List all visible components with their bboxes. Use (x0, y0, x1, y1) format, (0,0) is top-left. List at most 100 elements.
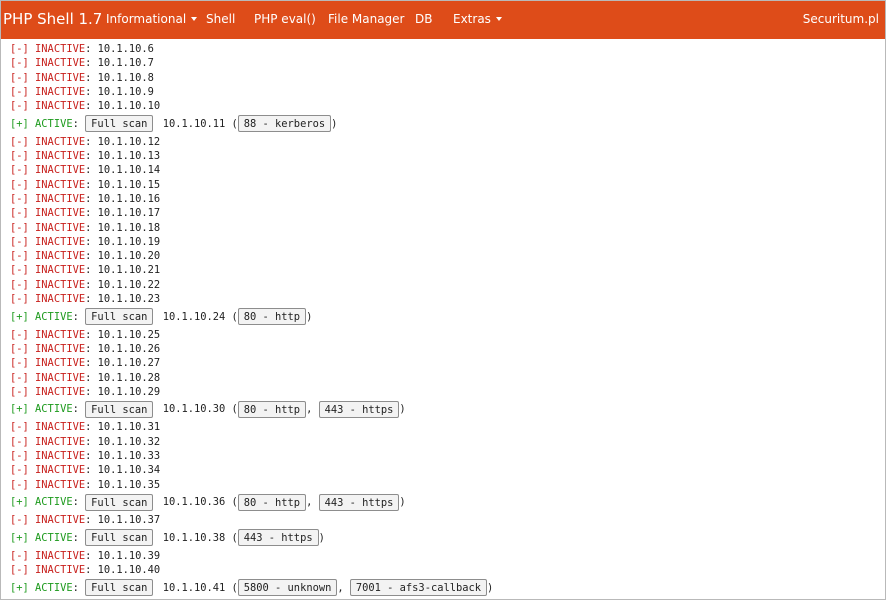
port-button[interactable]: 443 - https (318, 493, 400, 511)
securitum-link[interactable]: Securitum.pl (803, 1, 879, 39)
inactive-host-row: [-] INACTIVE: 10.1.10.29 (10, 385, 161, 398)
host-ip: 10.1.10.38 (162, 531, 226, 544)
host-ip: 10.1.10.13 (97, 150, 161, 163)
nav-item-php-eval[interactable]: PHP eval() (254, 1, 316, 39)
host-ip: 10.1.10.36 (162, 496, 226, 509)
inactive-host-row: [-] INACTIVE: 10.1.10.13 (10, 150, 161, 163)
inactive-host-row: [-] INACTIVE: 10.1.10.33 (10, 449, 161, 462)
nav-item-extras[interactable]: Extras (453, 1, 502, 39)
status-marker: [+] (10, 496, 29, 509)
status-label: INACTIVE (35, 85, 86, 98)
port-button[interactable]: 443 - https (318, 400, 400, 418)
inactive-host-row: [-] INACTIVE: 10.1.10.27 (10, 357, 161, 370)
inactive-host-row: [-] INACTIVE: 10.1.10.26 (10, 342, 161, 355)
full-scan-button[interactable]: Full scan (85, 493, 154, 511)
full-scan-button[interactable]: Full scan (85, 400, 154, 418)
caret-down-icon (495, 17, 502, 21)
inactive-host-row: [-] INACTIVE: 10.1.10.28 (10, 371, 161, 384)
status-marker: [-] (10, 478, 29, 491)
nav-item-label: File Manager (328, 12, 405, 26)
inactive-host-row: [-] INACTIVE: 10.1.10.12 (10, 135, 161, 148)
host-ip: 10.1.10.22 (97, 278, 161, 291)
port-button[interactable]: 443 - https (237, 529, 319, 547)
host-ip: 10.1.10.17 (97, 207, 161, 220)
inactive-host-row: [-] INACTIVE: 10.1.10.34 (10, 464, 161, 477)
host-ip: 10.1.10.40 (97, 564, 161, 577)
port-button[interactable]: 7001 - afs3-callback (349, 579, 487, 597)
inactive-host-row: [-] INACTIVE: 10.1.10.7 (10, 57, 154, 70)
port-button[interactable]: 80 - http (237, 400, 307, 418)
port-button[interactable]: 80 - http (237, 308, 307, 326)
active-host-row: [+] ACTIVE: Full scan 10.1.10.38 (443 - … (10, 528, 880, 549)
status-label: INACTIVE (35, 250, 86, 263)
status-label: INACTIVE (35, 464, 86, 477)
nav-item-informational[interactable]: Informational (106, 1, 198, 39)
brand-title[interactable]: PHP Shell 1.7 (3, 1, 102, 39)
status-marker: [-] (10, 514, 29, 527)
status-marker: [+] (10, 310, 29, 323)
status-marker: [-] (10, 564, 29, 577)
active-host-row: [+] ACTIVE: Full scan 10.1.10.24 (80 - h… (10, 307, 880, 328)
status-label: INACTIVE (35, 192, 86, 205)
status-marker: [-] (10, 192, 29, 205)
inactive-host-row: [-] INACTIVE: 10.1.10.39 (10, 549, 161, 562)
status-marker: [-] (10, 221, 29, 234)
status-marker: [-] (10, 464, 29, 477)
host-ip: 10.1.10.31 (97, 421, 161, 434)
status-label: INACTIVE (35, 235, 86, 248)
status-marker: [-] (10, 178, 29, 191)
full-scan-button[interactable]: Full scan (85, 579, 154, 597)
status-marker: [-] (10, 371, 29, 384)
status-label: INACTIVE (35, 385, 86, 398)
host-ip: 10.1.10.28 (97, 371, 161, 384)
host-ip: 10.1.10.30 (162, 403, 226, 416)
nav-item-db[interactable]: DB (415, 1, 432, 39)
inactive-host-row: [-] INACTIVE: 10.1.10.20 (10, 250, 161, 263)
status-label: INACTIVE (35, 357, 86, 370)
status-label: INACTIVE (35, 342, 86, 355)
status-marker: [+] (10, 403, 29, 416)
host-ip: 10.1.10.25 (97, 328, 161, 341)
status-label: INACTIVE (35, 449, 86, 462)
status-marker: [-] (10, 207, 29, 220)
inactive-host-row: [-] INACTIVE: 10.1.10.35 (10, 478, 161, 491)
nav-item-label: Shell (206, 12, 236, 26)
host-ip: 10.1.10.19 (97, 235, 161, 248)
nav-item-label: PHP eval() (254, 12, 316, 26)
port-button[interactable]: 80 - http (237, 493, 307, 511)
nav-item-shell[interactable]: Shell (206, 1, 235, 39)
active-host-row: [+] ACTIVE: Full scan 10.1.10.41 (5800 -… (10, 578, 880, 599)
status-label: INACTIVE (35, 435, 86, 448)
full-scan-button[interactable]: Full scan (85, 529, 154, 547)
status-label: INACTIVE (35, 221, 86, 234)
host-ip: 10.1.10.27 (97, 357, 161, 370)
status-label: INACTIVE (35, 564, 86, 577)
host-ip: 10.1.10.33 (97, 449, 161, 462)
inactive-host-row: [-] INACTIVE: 10.1.10.14 (10, 164, 161, 177)
status-marker: [+] (10, 531, 29, 544)
host-ip: 10.1.10.24 (162, 310, 226, 323)
host-ip: 10.1.10.29 (97, 385, 161, 398)
host-ip: 10.1.10.8 (97, 71, 154, 84)
status-marker: [-] (10, 235, 29, 248)
status-label: INACTIVE (35, 478, 86, 491)
status-marker: [-] (10, 150, 29, 163)
nav-item-file-manager[interactable]: File Manager (328, 1, 405, 39)
status-marker: [-] (10, 250, 29, 263)
status-label: ACTIVE (35, 117, 73, 130)
nav-item-label: Extras (453, 12, 491, 26)
inactive-host-row: [-] INACTIVE: 10.1.10.8 (10, 71, 154, 84)
port-button[interactable]: 5800 - unknown (237, 579, 338, 597)
full-scan-button[interactable]: Full scan (85, 308, 154, 326)
inactive-host-row: [-] INACTIVE: 10.1.10.22 (10, 278, 161, 291)
inactive-host-row: [-] INACTIVE: 10.1.10.40 (10, 564, 161, 577)
full-scan-button[interactable]: Full scan (85, 115, 154, 133)
status-marker: [-] (10, 435, 29, 448)
port-button[interactable]: 88 - kerberos (237, 115, 332, 133)
host-ip: 10.1.10.39 (97, 549, 161, 562)
inactive-host-row: [-] INACTIVE: 10.1.10.23 (10, 293, 161, 306)
host-ip: 10.1.10.16 (97, 192, 161, 205)
active-host-row: [+] ACTIVE: Full scan 10.1.10.36 (80 - h… (10, 492, 880, 513)
inactive-host-row: [-] INACTIVE: 10.1.10.31 (10, 421, 161, 434)
inactive-host-row: [-] INACTIVE: 10.1.10.37 (10, 514, 161, 527)
